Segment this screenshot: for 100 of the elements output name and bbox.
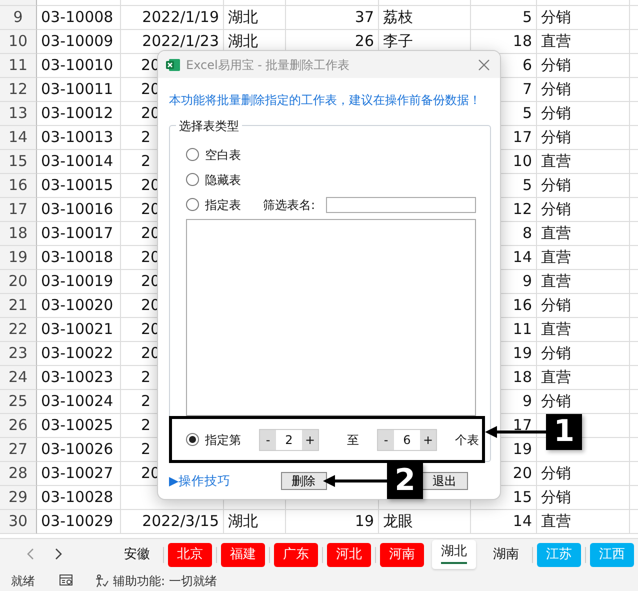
table-cell: 03-10019 bbox=[37, 270, 121, 294]
row-number[interactable]: 26 bbox=[0, 414, 37, 438]
table-cell: 分销 bbox=[537, 54, 630, 78]
table-cell: 分销 bbox=[537, 294, 630, 318]
table-cell: 03-10029 bbox=[37, 510, 121, 534]
row-number[interactable]: 15 bbox=[0, 150, 37, 174]
table-cell: 分销 bbox=[537, 174, 630, 198]
delete-button[interactable]: 删除 bbox=[280, 472, 327, 490]
row-number[interactable]: 17 bbox=[0, 198, 37, 222]
table-cell: 03-10012 bbox=[37, 102, 121, 126]
table-cell: 荔枝 bbox=[379, 6, 471, 30]
table-cell: 分销 bbox=[537, 6, 630, 30]
radio-button[interactable] bbox=[186, 173, 199, 186]
row-number[interactable]: 19 bbox=[0, 246, 37, 270]
status-text: 就绪 bbox=[11, 572, 35, 590]
table-cell: 分销 bbox=[537, 78, 630, 102]
table-cell: 2022/1/19 bbox=[121, 6, 224, 30]
row-number[interactable]: 23 bbox=[0, 342, 37, 366]
table-cell: 5 bbox=[471, 6, 537, 30]
sheet-tab[interactable]: 河南 bbox=[380, 542, 424, 566]
spreadsheet-icon bbox=[166, 58, 180, 72]
table-cell: 直营 bbox=[537, 246, 630, 270]
row-number[interactable]: 10 bbox=[0, 30, 37, 54]
page-view-icon[interactable] bbox=[59, 574, 73, 587]
sheet-tab[interactable]: 河北 bbox=[327, 542, 371, 566]
table-cell: 分销 bbox=[537, 462, 630, 486]
table-cell: 03-10028 bbox=[37, 486, 121, 510]
table-cell: 直营 bbox=[537, 270, 630, 294]
table-cell: 03-10008 bbox=[37, 6, 121, 30]
sheet-tab[interactable]: 广东 bbox=[274, 542, 318, 566]
table-cell: 03-10013 bbox=[37, 126, 121, 150]
table-cell: 分销 bbox=[537, 486, 630, 510]
row-number[interactable]: 16 bbox=[0, 174, 37, 198]
table-cell: 03-10026 bbox=[37, 438, 121, 462]
row-number[interactable]: 25 bbox=[0, 390, 37, 414]
table-cell: 湖北 bbox=[224, 510, 286, 534]
table-cell: 03-10011 bbox=[37, 78, 121, 102]
table-cell: 14 bbox=[471, 510, 537, 534]
table-cell: 03-10016 bbox=[37, 198, 121, 222]
row-number[interactable]: 24 bbox=[0, 366, 37, 390]
accessibility-icon[interactable] bbox=[95, 574, 109, 588]
table-cell: 直营 bbox=[537, 366, 630, 390]
table-cell: 直营 bbox=[537, 318, 630, 342]
row-number[interactable]: 28 bbox=[0, 462, 37, 486]
table-cell: 03-10024 bbox=[37, 390, 121, 414]
table-cell: 37 bbox=[286, 6, 379, 30]
radio-button[interactable] bbox=[186, 433, 199, 446]
status-text: 辅助功能: 一切就绪 bbox=[113, 572, 217, 590]
table-cell: 直营 bbox=[537, 510, 630, 534]
table-cell: 湖北 bbox=[224, 6, 286, 30]
table-cell: 03-10009 bbox=[37, 30, 121, 54]
row-number[interactable]: 21 bbox=[0, 294, 37, 318]
table-cell: 分销 bbox=[537, 102, 630, 126]
table-cell: 03-10015 bbox=[37, 174, 121, 198]
group-title: 选择表类型 bbox=[176, 117, 242, 135]
row-number[interactable]: 12 bbox=[0, 78, 37, 102]
row-number[interactable]: 11 bbox=[0, 54, 37, 78]
filter-field[interactable] bbox=[326, 196, 476, 212]
table-cell: 03-10018 bbox=[37, 246, 121, 270]
table-cell: 03-10023 bbox=[37, 366, 121, 390]
table-cell: 直营 bbox=[537, 30, 630, 54]
callout-arrow bbox=[323, 474, 387, 488]
table-cell: 03-10022 bbox=[37, 342, 121, 366]
row-number[interactable]: 29 bbox=[0, 486, 37, 510]
table-cell: 03-10027 bbox=[37, 462, 121, 486]
callout-number: 1 bbox=[546, 414, 582, 450]
row-number[interactable]: 22 bbox=[0, 318, 37, 342]
row-number[interactable]: 18 bbox=[0, 222, 37, 246]
table-cell: 分销 bbox=[537, 198, 630, 222]
row-number[interactable]: 20 bbox=[0, 270, 37, 294]
table-cell: 19 bbox=[286, 510, 379, 534]
table-cell: 2022/3/15 bbox=[121, 510, 224, 534]
callout-number: 2 bbox=[387, 463, 423, 499]
sheet-tab[interactable]: 湖南 bbox=[484, 542, 528, 566]
row-number[interactable]: 13 bbox=[0, 102, 37, 126]
table-cell: 龙眼 bbox=[379, 510, 471, 534]
radio-button[interactable] bbox=[186, 148, 199, 161]
radio-button[interactable] bbox=[186, 198, 199, 211]
close-icon[interactable] bbox=[478, 58, 490, 70]
row-number[interactable]: 14 bbox=[0, 126, 37, 150]
table-cell: 直营 bbox=[537, 150, 630, 174]
table-cell: 分销 bbox=[537, 126, 630, 150]
sheet-tab[interactable]: 湖北 bbox=[432, 540, 476, 569]
table-cell: 03-10017 bbox=[37, 222, 121, 246]
sheet-tab[interactable]: 北京 bbox=[168, 542, 212, 566]
table-cell: 03-10021 bbox=[37, 318, 121, 342]
table-cell: 03-10020 bbox=[37, 294, 121, 318]
row-number[interactable]: 9 bbox=[0, 6, 37, 30]
table-cell: 03-10014 bbox=[37, 150, 121, 174]
sheet-tab[interactable]: 安徽 bbox=[115, 542, 159, 566]
table-cell: 分销 bbox=[537, 342, 630, 366]
range-label: 至 bbox=[347, 432, 359, 448]
table-cell: 03-10025 bbox=[37, 414, 121, 438]
exit-button[interactable]: 退出 bbox=[422, 472, 468, 490]
row-number[interactable]: 27 bbox=[0, 438, 37, 462]
row-number[interactable]: 30 bbox=[0, 510, 37, 534]
table-cell: 03-10010 bbox=[37, 54, 121, 78]
table-cell: 直营 bbox=[537, 222, 630, 246]
filter-label: 筛选表名: bbox=[263, 196, 316, 214]
sheet-tab[interactable]: 福建 bbox=[221, 542, 265, 566]
